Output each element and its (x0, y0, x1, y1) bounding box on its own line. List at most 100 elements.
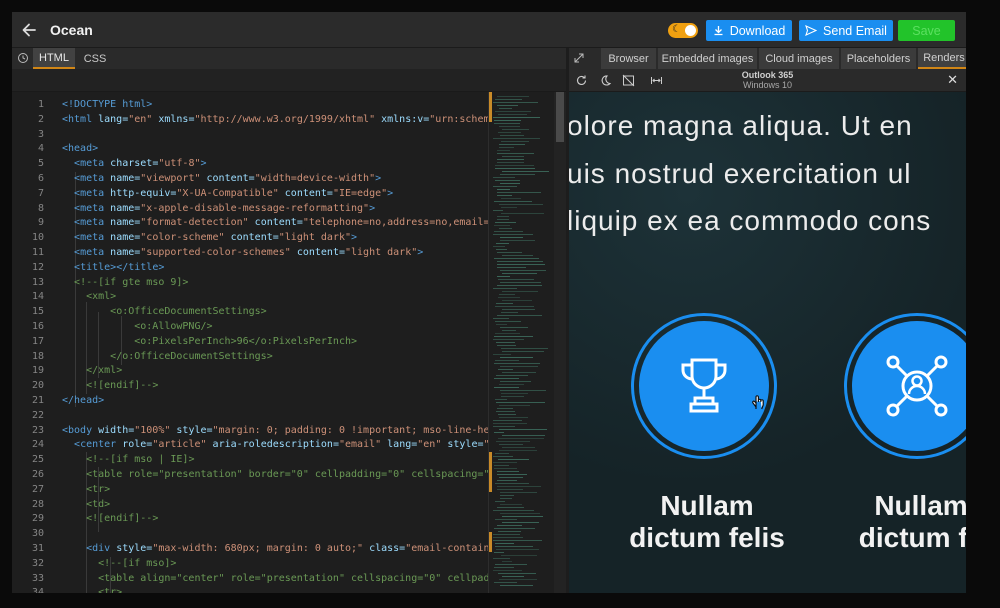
minimap-row (498, 414, 516, 415)
minimap-row (498, 438, 544, 439)
minimap-row (502, 576, 524, 577)
code-line[interactable]: <center role="article" aria-roledescript… (62, 438, 488, 453)
dark-mode-icon[interactable] (599, 74, 612, 87)
code-line[interactable]: <o:PixelsPerInch>96</o:PixelsPerInch> (62, 335, 357, 350)
code-line[interactable]: <html lang="en" xmlns="http://www.w3.org… (62, 113, 488, 128)
code-line[interactable]: <head> (62, 142, 98, 157)
code-line[interactable]: <!--[if mso]> (62, 557, 176, 572)
minimap-row (500, 381, 531, 382)
top-bar: Ocean ☾ Download Send Email Save (12, 12, 966, 48)
code-editor[interactable]: 1 <!DOCTYPE html> 2 <html lang="en" xmlns="… (12, 92, 488, 593)
line-number: 20 (31, 380, 44, 392)
minimap-row (500, 327, 528, 328)
send-email-button[interactable]: Send Email (799, 20, 893, 41)
code-line[interactable]: </o:OfficeDocumentSettings> (62, 350, 273, 365)
back-arrow-icon[interactable] (20, 21, 38, 39)
code-line[interactable]: </xml> (62, 364, 122, 379)
minimap-row (496, 249, 507, 250)
minimap-row (500, 492, 537, 493)
line-number: 24 (31, 439, 44, 451)
tab-embedded-images[interactable]: Embedded images (658, 48, 757, 69)
line-number: 17 (31, 335, 44, 347)
editor-scrollbar[interactable] (554, 92, 566, 593)
code-line[interactable]: <!--[if gte mso 9]> (62, 276, 188, 291)
tab-css[interactable]: CSS (77, 48, 113, 69)
feature-2-line-2: dictum fe (858, 522, 966, 553)
minimap-row (493, 426, 515, 427)
code-line[interactable]: <![endif]--> (62, 379, 158, 394)
minimap-row (493, 537, 523, 538)
code-line[interactable]: <body width="100%" style="margin: 0; pad… (62, 424, 488, 439)
close-icon[interactable]: ✕ (947, 73, 958, 88)
minimap-row (497, 267, 526, 268)
tab-html[interactable]: HTML (33, 48, 75, 69)
code-line[interactable]: </head> (62, 394, 104, 409)
code-line[interactable]: <table align="center" role="presentation… (62, 572, 488, 587)
code-token: <!--[if gte mso 9]> (74, 276, 189, 288)
feature-caption-1: Nullam dictum felis (617, 490, 797, 554)
minimap-row (493, 102, 538, 103)
code-token: charset= (110, 158, 159, 170)
code-line[interactable]: <td> (62, 498, 110, 513)
code-line[interactable]: <tr> (62, 586, 122, 593)
refresh-icon[interactable] (575, 74, 588, 87)
minimap-row (502, 516, 543, 517)
line-number: 30 (31, 528, 44, 540)
tab-cloud-images-label: Cloud images (765, 52, 833, 65)
code-line[interactable]: <meta name="x-apple-disable-message-refo… (62, 202, 375, 217)
code-line[interactable]: <title></title> (62, 261, 164, 276)
line-number: 23 (31, 424, 44, 436)
code-line[interactable]: <div style="max-width: 680px; margin: 0 … (62, 542, 488, 557)
code-line[interactable]: <tr> (62, 483, 110, 498)
tab-cloud-images[interactable]: Cloud images (759, 48, 839, 69)
tab-browser[interactable]: Browser (601, 48, 656, 69)
code-line[interactable]: <![endif]--> (62, 512, 158, 527)
minimap-row (495, 333, 520, 334)
code-line[interactable]: <o:AllowPNG/> (62, 320, 212, 335)
code-minimap[interactable] (488, 92, 554, 593)
save-button[interactable]: Save (898, 20, 955, 41)
code-line[interactable]: <meta name="color-scheme" content="light… (62, 231, 357, 246)
minimap-row (497, 195, 512, 196)
minimap-row (499, 108, 512, 109)
code-token: > (351, 232, 358, 244)
code-token: <meta (74, 158, 111, 170)
minimap-row (494, 258, 539, 259)
minimap-row (497, 408, 513, 409)
code-line[interactable]: <table role="presentation" border="0" ce… (62, 468, 488, 483)
code-token: </o:OfficeDocumentSettings> (110, 350, 273, 362)
code-line[interactable]: <meta charset="utf-8"> (62, 157, 206, 172)
preview-text-line-1: olore magna aliqua. Ut en (569, 110, 913, 141)
code-token: > (387, 187, 394, 199)
code-line[interactable]: <meta http-equiv="X-UA-Compatible" conte… (62, 187, 393, 202)
history-icon[interactable] (17, 52, 29, 64)
code-line[interactable]: <!--[if mso | IE]> (62, 453, 194, 468)
minimap-row (501, 198, 521, 199)
dark-mode-toggle[interactable]: ☾ (668, 23, 698, 38)
code-line[interactable]: <meta name="supported-color-schemes" con… (62, 246, 423, 261)
width-icon[interactable] (650, 74, 663, 87)
email-render-preview[interactable]: olore magna aliqua. Ut en uis nostrud ex… (569, 92, 966, 593)
code-token: role= (122, 439, 153, 451)
minimap-row (493, 339, 524, 340)
code-line[interactable]: <xml> (62, 290, 116, 305)
tab-renders[interactable]: Renders (918, 48, 966, 69)
line-number: 7 (37, 187, 44, 199)
code-line[interactable]: <o:OfficeDocumentSettings> (62, 305, 267, 320)
code-token: <tr> (86, 483, 111, 495)
editor-scrollbar-thumb[interactable] (556, 92, 564, 142)
code-token: "article" (152, 439, 213, 451)
download-button[interactable]: Download (706, 20, 792, 41)
code-line[interactable]: <meta name="viewport" content="width=dev… (62, 172, 381, 187)
expand-icon[interactable] (573, 52, 585, 64)
code-line[interactable]: <meta name="format-detection" content="t… (62, 216, 488, 231)
code-token: "supported-color-schemes" (140, 247, 297, 258)
line-number: 21 (31, 395, 44, 406)
block-images-icon[interactable] (622, 74, 635, 87)
minimap-row (493, 462, 517, 463)
tab-placeholders[interactable]: Placeholders (841, 48, 916, 69)
code-line[interactable]: <!DOCTYPE html> (62, 98, 152, 113)
